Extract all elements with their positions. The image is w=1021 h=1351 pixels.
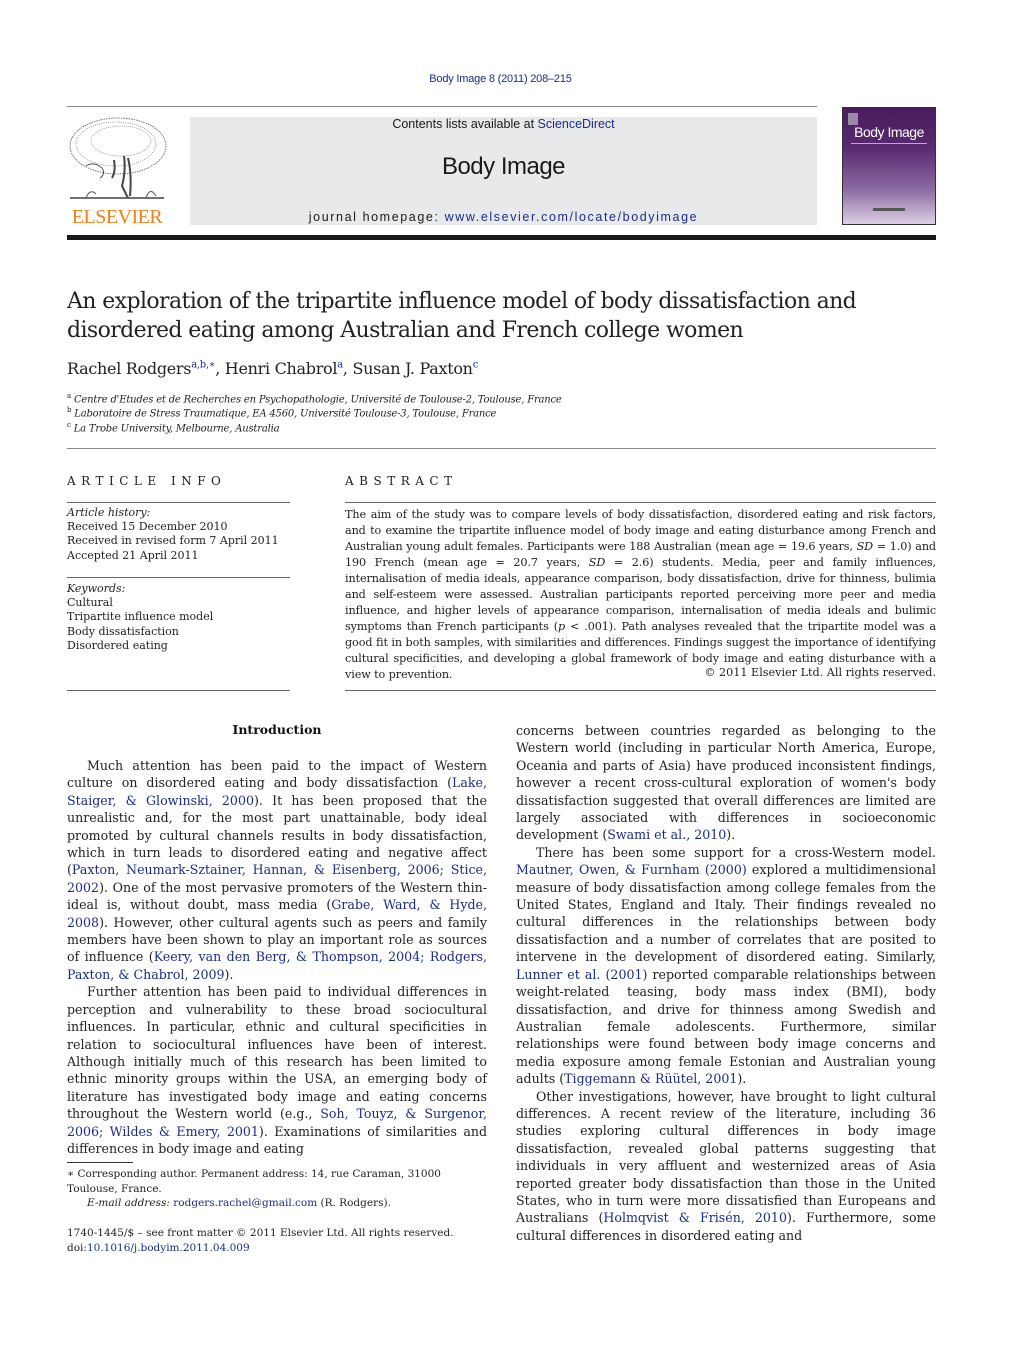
author-name: Susan J. Paxton [352, 359, 473, 378]
abstract-p: p [557, 620, 566, 633]
email-note: E-mail address: rodgers.rachel@gmail.com… [67, 1196, 487, 1211]
history-item: Received in revised form 7 April 2011 [67, 534, 279, 548]
paragraph: Other investigations, however, have brou… [516, 1088, 936, 1245]
keywords-label: Keywords: [67, 582, 126, 595]
header-thick-rule [67, 235, 936, 240]
journal-name: Body Image [441, 153, 566, 180]
paragraph: Further attention has been paid to indiv… [67, 983, 487, 1157]
email-suffix: (R. Rodgers). [317, 1197, 391, 1209]
contents-prefix: Contents lists available at [392, 117, 538, 131]
abstract-sd: SD [588, 556, 606, 569]
text-run: ). [726, 827, 736, 843]
email-link[interactable]: rodgers.rachel@gmail.com [173, 1197, 317, 1209]
author-name: Henri Chabrol [224, 359, 338, 378]
text-run: Further attention has been paid to indiv… [67, 984, 487, 1122]
author-list: Rachel Rodgersa,b,∗, Henri Chabrola, Sus… [67, 359, 478, 378]
history-label: Article history: [67, 506, 151, 519]
citation-link[interactable]: Holmqvist & Frisén, 2010 [603, 1210, 787, 1225]
section-rule [67, 448, 936, 449]
text-run: There has been some support for a cross-… [536, 844, 936, 860]
homepage-prefix: journal homepage: [308, 210, 445, 224]
corresponding-author-note: ∗ Corresponding author. Permanent addres… [67, 1168, 441, 1195]
abstract-rule [345, 502, 936, 503]
section-heading-introduction: Introduction [232, 722, 322, 737]
affiliation-text: Laboratoire de Stress Traumatique, EA 45… [74, 408, 497, 420]
footnote-rule [67, 1162, 133, 1163]
author-affiliation-mark[interactable]: a,b,∗ [191, 360, 215, 371]
doi-link[interactable]: 10.1016/j.bodyim.2011.04.009 [87, 1242, 250, 1254]
abstract-sd: SD [856, 540, 874, 553]
affiliation-mark: b [67, 406, 72, 414]
keyword: Disordered eating [67, 638, 168, 652]
elsevier-wordmark: ELSEVIER [71, 206, 163, 228]
body-column-right: concerns between countries regarded as b… [516, 722, 936, 1244]
header-rule [67, 106, 817, 107]
abstract-text: The aim of the study was to compare leve… [345, 507, 936, 683]
doi-prefix: doi: [67, 1242, 87, 1254]
text-run: concerns between countries regarded as b… [516, 723, 936, 843]
paragraph: Much attention has been paid to the impa… [67, 757, 487, 983]
affiliation: c La Trobe University, Melbourne, Austra… [67, 421, 280, 435]
article-info-heading: ARTICLE INFO [67, 474, 227, 488]
journal-cover-thumbnail[interactable]: Body Image [842, 107, 936, 225]
abstract-heading: ABSTRACT [345, 474, 458, 488]
citation-link[interactable]: Tiggemann & Rüütel, 2001 [564, 1071, 737, 1086]
email-label: E-mail address: [87, 1197, 174, 1209]
author-affiliation-mark[interactable]: c [473, 360, 479, 371]
text-run: ). [224, 966, 234, 982]
citation-link[interactable]: Swami et al., 2010 [607, 827, 726, 842]
affiliation: a Centre d'Etudes et de Recherches en Ps… [67, 392, 562, 405]
keyword: Body dissatisfaction [67, 624, 179, 638]
doi-line: doi:10.1016/j.bodyim.2011.04.009 [67, 1241, 487, 1256]
issn-line: 1740-1445/$ – see front matter © 2011 El… [67, 1227, 454, 1239]
cover-title: Body Image [854, 124, 924, 140]
text-run: explored a multidimensional measure of b… [516, 862, 937, 965]
journal-homepage-link[interactable]: www.elsevier.com/locate/bodyimage [445, 210, 699, 224]
info-rule [67, 577, 290, 578]
affiliation-text: La Trobe University, Melbourne, Australi… [73, 423, 280, 435]
affiliation: b Laboratoire de Stress Traumatique, EA … [67, 406, 496, 419]
article-history: Article history: Received 15 December 20… [67, 506, 290, 563]
abstract-rule [345, 690, 936, 691]
affiliation-mark: a [67, 392, 71, 400]
keyword: Cultural [67, 596, 113, 610]
info-rule [67, 502, 290, 503]
abstract-segment: The aim of the study was to compare leve… [345, 508, 936, 553]
cover-editor-line [873, 208, 905, 211]
keywords-list: Keywords: Cultural Tripartite influence … [67, 582, 290, 653]
text-run: Much attention has been paid to the impa… [67, 758, 487, 791]
article-title: An exploration of the tripartite influen… [67, 289, 857, 343]
body-column-left: Much attention has been paid to the impa… [67, 757, 487, 1157]
affiliation-text: Centre d'Etudes et de Recherches en Psyc… [73, 394, 562, 406]
homepage-line: journal homepage: www.elsevier.com/locat… [190, 210, 817, 224]
sciencedirect-link[interactable]: ScienceDirect [538, 117, 615, 131]
paragraph: There has been some support for a cross-… [516, 844, 936, 1088]
keyword: Tripartite influence model [67, 610, 214, 624]
history-item: Accepted 21 April 2011 [67, 548, 199, 562]
text-run: ). [737, 1071, 747, 1087]
elsevier-logo: ELSEVIER [66, 116, 168, 228]
author-name: Rachel Rodgers [67, 359, 192, 378]
abstract-copyright: © 2011 Elsevier Ltd. All rights reserved… [704, 666, 936, 679]
text-run: Other investigations, however, have brou… [516, 1088, 936, 1226]
history-item: Received 15 December 2010 [67, 520, 228, 534]
contents-line: Contents lists available at ScienceDirec… [190, 117, 817, 131]
citation-link[interactable]: Mautner, Owen, & Furnham (2000) [516, 862, 747, 877]
paragraph: concerns between countries regarded as b… [516, 722, 936, 844]
journal-banner: Contents lists available at ScienceDirec… [190, 117, 817, 225]
cover-subtitle-line [851, 143, 927, 144]
info-rule [67, 690, 290, 691]
citation-link[interactable]: Lunner et al. (2001) [516, 967, 647, 982]
journal-citation-link[interactable]: Body Image 8 (2011) 208–215 [0, 73, 1001, 85]
affiliation-mark: c [67, 421, 71, 429]
elsevier-tree-icon [66, 116, 168, 204]
text-run: reported comparable relationships betwee… [516, 966, 936, 1087]
author-affiliation-mark[interactable]: a [337, 360, 343, 371]
